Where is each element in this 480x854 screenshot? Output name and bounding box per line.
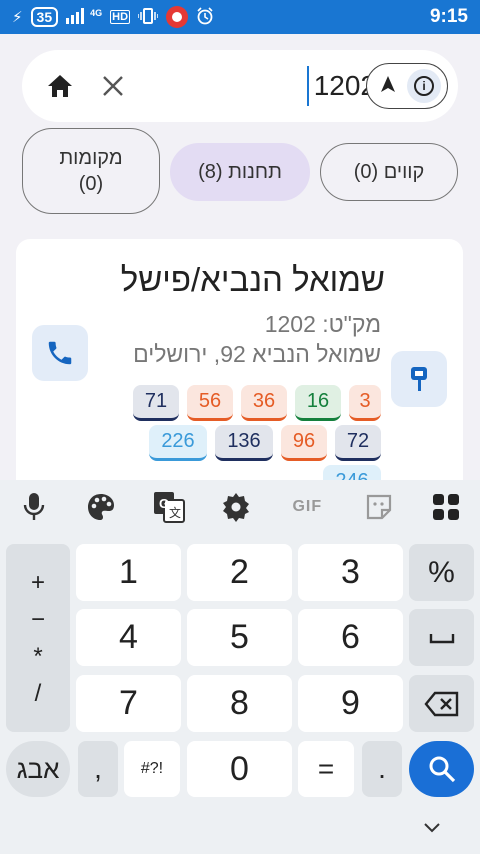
key-5[interactable]: 5	[187, 609, 292, 666]
keyboard-toolbar: G文 GIF	[0, 480, 480, 534]
chevron-down-icon	[424, 823, 440, 833]
call-button[interactable]	[32, 325, 88, 381]
search-bar: i	[22, 50, 458, 122]
key-equals[interactable]: =	[298, 741, 354, 797]
clock: 9:15	[429, 6, 468, 27]
palette-icon[interactable]	[83, 489, 119, 525]
line-badge[interactable]: 72	[335, 425, 381, 461]
chip-places-label: מקומות (0)	[59, 147, 123, 195]
key-4[interactable]: 4	[76, 609, 181, 666]
key-percent-label: %	[428, 555, 455, 589]
language-key-label: אבג	[16, 753, 60, 784]
operators-label: + − * /	[30, 569, 45, 707]
key-dot-label: .	[378, 753, 386, 784]
station-code: מק"ט: 1202	[264, 311, 381, 337]
key-2-label: 2	[230, 553, 249, 591]
vibrate-icon	[137, 7, 159, 27]
line-badge[interactable]: 136	[215, 425, 273, 461]
chip-places[interactable]: מקומות (0)	[22, 128, 160, 214]
phone-icon	[48, 341, 72, 365]
mic-icon[interactable]	[16, 489, 52, 525]
line-badge[interactable]: 16	[295, 385, 341, 421]
collapse-keyboard-button[interactable]	[420, 818, 444, 842]
sticker-icon[interactable]	[361, 489, 397, 525]
network-type: 4G	[90, 8, 103, 18]
apps-grid-icon[interactable]	[428, 489, 464, 525]
chip-stations-label: תחנות (8)	[198, 161, 282, 183]
chip-lines-label: קווים (0)	[353, 161, 425, 183]
location-info-toggle[interactable]: i	[366, 63, 448, 109]
key-percent[interactable]: %	[409, 544, 474, 601]
key-0-label: 0	[230, 749, 249, 788]
key-9[interactable]: 9	[298, 675, 403, 732]
clear-button[interactable]	[88, 58, 138, 114]
key-3-label: 3	[341, 553, 360, 591]
line-badge[interactable]: 56	[187, 385, 233, 421]
station-card[interactable]: שמואל הנביא/פישל מק"ט: 1202 שמואל הנביא …	[16, 239, 463, 499]
signal-icon	[66, 7, 88, 27]
info-icon: i	[414, 76, 434, 96]
close-icon	[103, 76, 123, 96]
station-name: שמואל הנביא/פישל	[120, 261, 385, 298]
symbols-key-label: #?!	[140, 760, 164, 777]
status-bar: ⚡ 35 4G HD 9:15	[0, 0, 480, 34]
space-key[interactable]	[409, 609, 474, 666]
recording-icon	[166, 6, 189, 28]
info-button[interactable]: i	[407, 69, 441, 103]
key-9-label: 9	[341, 684, 360, 722]
home-icon	[48, 75, 72, 97]
key-7-label: 7	[119, 684, 138, 722]
chip-stations[interactable]: תחנות (8)	[170, 143, 310, 201]
key-6[interactable]: 6	[298, 609, 403, 666]
chip-lines[interactable]: קווים (0)	[320, 143, 458, 201]
station-address: שמואל הנביא 92, ירושלים	[133, 341, 381, 367]
backspace-key[interactable]	[409, 675, 474, 732]
svg-text:G: G	[159, 496, 169, 511]
translate-icon[interactable]: G文	[151, 489, 187, 525]
battery-level: 35	[30, 7, 59, 27]
key-1[interactable]: 1	[76, 544, 181, 601]
charging-icon: ⚡	[12, 8, 23, 26]
hd-indicator: HD	[110, 10, 131, 24]
space-icon	[429, 633, 454, 643]
search-input[interactable]	[172, 62, 376, 110]
key-8[interactable]: 8	[187, 675, 292, 732]
bus-stop-button[interactable]	[391, 351, 447, 407]
search-key[interactable]	[409, 741, 474, 797]
key-comma[interactable]: ,	[78, 741, 118, 797]
key-7[interactable]: 7	[76, 675, 181, 732]
key-6-label: 6	[341, 618, 360, 656]
key-dot[interactable]: .	[362, 741, 402, 797]
key-1-label: 1	[119, 553, 138, 591]
key-4-label: 4	[119, 618, 138, 656]
key-comma-label: ,	[94, 753, 102, 784]
numeric-keyboard: G文 GIF	[0, 480, 480, 854]
key-8-label: 8	[230, 684, 249, 722]
key-3[interactable]: 3	[298, 544, 403, 601]
svg-text:文: 文	[169, 505, 181, 520]
backspace-icon	[423, 691, 458, 716]
line-badge[interactable]: 3	[349, 385, 381, 421]
symbols-key[interactable]: #?!	[124, 741, 180, 797]
search-icon	[429, 756, 455, 783]
line-badge[interactable]: 36	[241, 385, 287, 421]
key-5-label: 5	[230, 618, 249, 656]
alarm-icon	[196, 6, 214, 28]
line-badge[interactable]: 71	[133, 385, 179, 421]
key-2[interactable]: 2	[187, 544, 292, 601]
operators-key[interactable]: + − * /	[6, 544, 70, 732]
language-key[interactable]: אבג	[6, 741, 70, 797]
text-caret	[307, 66, 309, 106]
line-badge[interactable]: 96	[281, 425, 327, 461]
navigation-arrow-icon[interactable]	[373, 75, 403, 98]
key-equals-label: =	[317, 753, 335, 784]
key-0[interactable]: 0	[187, 741, 292, 797]
line-badge[interactable]: 226	[149, 425, 207, 461]
gif-button[interactable]: GIF	[285, 489, 329, 525]
home-button[interactable]	[32, 58, 88, 114]
bus-stop-icon	[411, 367, 427, 391]
gear-icon[interactable]	[218, 489, 254, 525]
